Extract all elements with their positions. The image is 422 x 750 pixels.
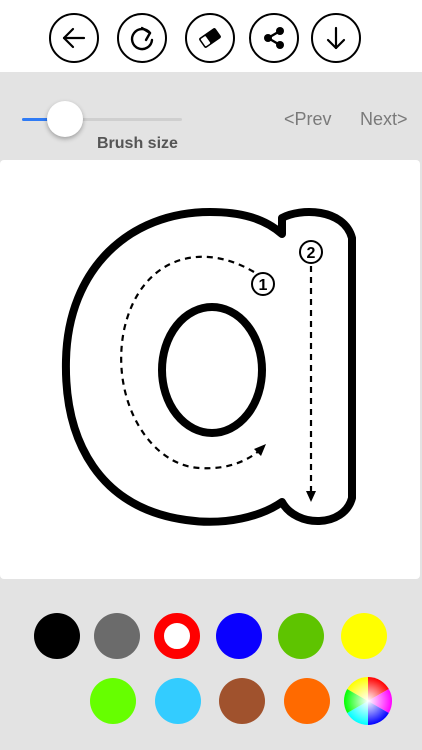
controls-bar: Brush size <Prev Next> [0,72,422,158]
eraser-icon [199,28,221,48]
slider-thumb[interactable] [47,101,84,137]
color-swatch-blue[interactable] [216,613,262,659]
color-swatch-lime[interactable] [90,678,136,724]
brush-size-label: Brush size [97,135,178,152]
color-swatch-green[interactable] [278,613,324,659]
step-marker-2: 2 [299,240,323,264]
svg-text:1: 1 [259,277,268,294]
color-wheel-icon[interactable] [343,676,393,726]
color-swatch-orange[interactable] [284,678,330,724]
redo-button[interactable] [117,13,167,63]
color-swatch-gray[interactable] [94,613,140,659]
brush-size-slider[interactable] [22,101,182,137]
color-swatch-black[interactable] [34,613,80,659]
share-button[interactable] [249,13,299,63]
arrow-down-icon [326,26,346,50]
step-marker-1: 1 [251,272,275,296]
color-palette [0,590,422,750]
download-button[interactable] [311,13,361,63]
toolbar [0,0,422,72]
next-button[interactable]: Next> [360,109,408,130]
color-swatch-brown[interactable] [219,678,265,724]
eraser-button[interactable] [185,13,235,63]
share-icon [264,27,284,49]
letter-a-outline: 1 2 [61,208,356,526]
color-swatch-yellow[interactable] [341,613,387,659]
arrow-left-icon [62,27,86,49]
back-button[interactable] [49,13,99,63]
prev-button[interactable]: <Prev [284,109,332,130]
color-swatch-white-selected[interactable] [154,613,200,659]
color-swatch-sky-blue[interactable] [155,678,201,724]
drawing-canvas[interactable]: 1 2 [0,160,420,579]
rotate-clockwise-icon [130,26,154,51]
letter-inner-counter [158,303,266,437]
svg-text:2: 2 [307,245,316,262]
